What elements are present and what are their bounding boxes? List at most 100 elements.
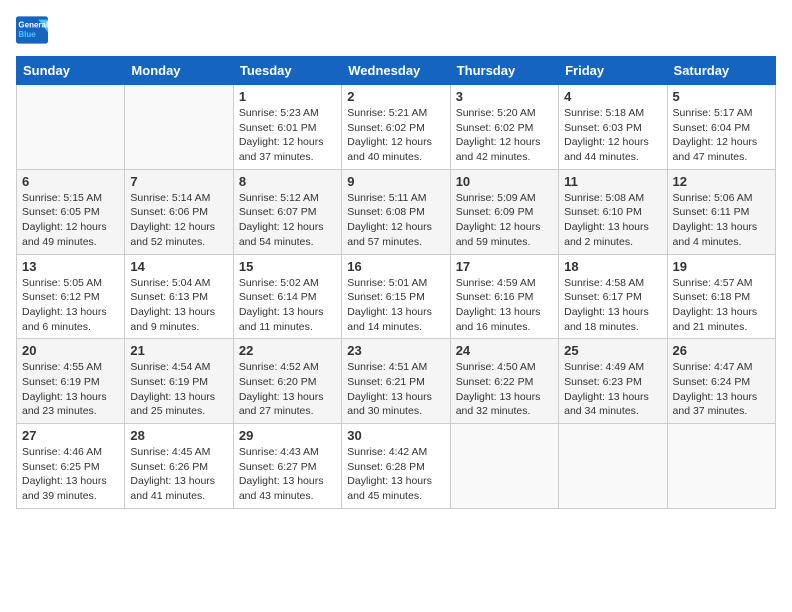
svg-text:Blue: Blue xyxy=(18,30,36,39)
calendar-cell: 24 Sunrise: 4:50 AMSunset: 6:22 PMDayligh… xyxy=(450,339,558,424)
day-info: Sunrise: 5:01 AMSunset: 6:15 PMDaylight:… xyxy=(347,276,444,335)
day-number: 24 xyxy=(456,343,553,358)
day-number: 5 xyxy=(673,89,770,104)
day-info: Sunrise: 4:47 AMSunset: 6:24 PMDaylight:… xyxy=(673,360,770,419)
day-info: Sunrise: 5:06 AMSunset: 6:11 PMDaylight:… xyxy=(673,191,770,250)
day-info: Sunrise: 4:49 AMSunset: 6:23 PMDaylight:… xyxy=(564,360,661,419)
day-info: Sunrise: 5:18 AMSunset: 6:03 PMDaylight:… xyxy=(564,106,661,165)
day-info: Sunrise: 5:21 AMSunset: 6:02 PMDaylight:… xyxy=(347,106,444,165)
day-header-monday: Monday xyxy=(125,57,233,85)
calendar-cell: 20Sunrise: 4:55 AMSunset: 6:19 PMDayligh… xyxy=(17,339,125,424)
header: General Blue xyxy=(16,16,776,44)
day-number: 28 xyxy=(130,428,227,443)
day-number: 7 xyxy=(130,174,227,189)
calendar-week-row: 1 Sunrise: 5:23 AMSunset: 6:01 PMDaylight… xyxy=(17,85,776,170)
calendar-cell: 10 Sunrise: 5:09 AMSunset: 6:09 PMDayligh… xyxy=(450,169,558,254)
calendar-cell: 2 Sunrise: 5:21 AMSunset: 6:02 PMDaylight… xyxy=(342,85,450,170)
day-info: Sunrise: 4:59 AMSunset: 6:16 PMDaylight:… xyxy=(456,276,553,335)
calendar-week-row: 13 Sunrise: 5:05 AMSunset: 6:12 PMDayligh… xyxy=(17,254,776,339)
day-info: Sunrise: 5:15 AMSunset: 6:05 PMDaylight:… xyxy=(22,191,119,250)
day-number: 6 xyxy=(22,174,119,189)
calendar-cell xyxy=(450,424,558,509)
day-number: 18 xyxy=(564,259,661,274)
calendar-cell: 28 Sunrise: 4:45 AMSunset: 6:26 PMDayligh… xyxy=(125,424,233,509)
day-number: 16 xyxy=(347,259,444,274)
day-info: Sunrise: 5:02 AMSunset: 6:14 PMDaylight:… xyxy=(239,276,336,335)
day-number: 22 xyxy=(239,343,336,358)
day-info: Sunrise: 5:09 AMSunset: 6:09 PMDaylight:… xyxy=(456,191,553,250)
day-number: 9 xyxy=(347,174,444,189)
day-info: Sunrise: 4:46 AMSunset: 6:25 PMDaylight:… xyxy=(22,445,119,504)
calendar-week-row: 6 Sunrise: 5:15 AMSunset: 6:05 PMDaylight… xyxy=(17,169,776,254)
day-info: Sunrise: 4:58 AMSunset: 6:17 PMDaylight:… xyxy=(564,276,661,335)
day-info: Sunrise: 5:12 AMSunset: 6:07 PMDaylight:… xyxy=(239,191,336,250)
day-number: 3 xyxy=(456,89,553,104)
day-header-tuesday: Tuesday xyxy=(233,57,341,85)
calendar-cell: 30 Sunrise: 4:42 AMSunset: 6:28 PMDayligh… xyxy=(342,424,450,509)
day-info: Sunrise: 5:17 AMSunset: 6:04 PMDaylight:… xyxy=(673,106,770,165)
day-info: Sunrise: 4:54 AMSunset: 6:19 PMDaylight:… xyxy=(130,360,227,419)
day-number: 1 xyxy=(239,89,336,104)
calendar-cell: 21 Sunrise: 4:54 AMSunset: 6:19 PMDayligh… xyxy=(125,339,233,424)
day-number: 23 xyxy=(347,343,444,358)
calendar-cell: 23 Sunrise: 4:51 AMSunset: 6:21 PMDayligh… xyxy=(342,339,450,424)
day-info: Sunrise: 5:11 AMSunset: 6:08 PMDaylight:… xyxy=(347,191,444,250)
day-number: 13 xyxy=(22,259,119,274)
calendar-cell: 16 Sunrise: 5:01 AMSunset: 6:15 PMDayligh… xyxy=(342,254,450,339)
calendar-cell xyxy=(559,424,667,509)
day-header-friday: Friday xyxy=(559,57,667,85)
day-info: Sunrise: 4:50 AMSunset: 6:22 PMDaylight:… xyxy=(456,360,553,419)
calendar-week-row: 20Sunrise: 4:55 AMSunset: 6:19 PMDayligh… xyxy=(17,339,776,424)
day-info: Sunrise: 5:14 AMSunset: 6:06 PMDaylight:… xyxy=(130,191,227,250)
calendar-cell: 17 Sunrise: 4:59 AMSunset: 6:16 PMDayligh… xyxy=(450,254,558,339)
day-info: Sunrise: 4:45 AMSunset: 6:26 PMDaylight:… xyxy=(130,445,227,504)
day-number: 17 xyxy=(456,259,553,274)
calendar-cell: 9 Sunrise: 5:11 AMSunset: 6:08 PMDaylight… xyxy=(342,169,450,254)
day-info: Sunrise: 5:23 AMSunset: 6:01 PMDaylight:… xyxy=(239,106,336,165)
logo: General Blue xyxy=(16,16,48,44)
day-number: 21 xyxy=(130,343,227,358)
calendar-cell: 6 Sunrise: 5:15 AMSunset: 6:05 PMDaylight… xyxy=(17,169,125,254)
day-info: Sunrise: 5:08 AMSunset: 6:10 PMDaylight:… xyxy=(564,191,661,250)
calendar-cell: 19 Sunrise: 4:57 AMSunset: 6:18 PMDayligh… xyxy=(667,254,775,339)
calendar-cell: 29Sunrise: 4:43 AMSunset: 6:27 PMDayligh… xyxy=(233,424,341,509)
day-number: 20 xyxy=(22,343,119,358)
calendar-cell: 27 Sunrise: 4:46 AMSunset: 6:25 PMDayligh… xyxy=(17,424,125,509)
logo-icon: General Blue xyxy=(16,16,48,44)
day-info: Sunrise: 5:05 AMSunset: 6:12 PMDaylight:… xyxy=(22,276,119,335)
calendar-cell: 18 Sunrise: 4:58 AMSunset: 6:17 PMDayligh… xyxy=(559,254,667,339)
day-number: 10 xyxy=(456,174,553,189)
day-number: 12 xyxy=(673,174,770,189)
day-info: Sunrise: 4:43 AMSunset: 6:27 PMDaylight:… xyxy=(239,445,336,504)
calendar-cell xyxy=(125,85,233,170)
calendar-cell xyxy=(667,424,775,509)
day-number: 11 xyxy=(564,174,661,189)
day-header-saturday: Saturday xyxy=(667,57,775,85)
calendar-cell: 13 Sunrise: 5:05 AMSunset: 6:12 PMDayligh… xyxy=(17,254,125,339)
day-number: 19 xyxy=(673,259,770,274)
calendar-cell: 22 Sunrise: 4:52 AMSunset: 6:20 PMDayligh… xyxy=(233,339,341,424)
day-info: Sunrise: 4:52 AMSunset: 6:20 PMDaylight:… xyxy=(239,360,336,419)
day-number: 15 xyxy=(239,259,336,274)
day-info: Sunrise: 5:20 AMSunset: 6:02 PMDaylight:… xyxy=(456,106,553,165)
day-info: Sunrise: 4:42 AMSunset: 6:28 PMDaylight:… xyxy=(347,445,444,504)
day-number: 30 xyxy=(347,428,444,443)
calendar-table: SundayMondayTuesdayWednesdayThursdayFrid… xyxy=(16,56,776,509)
day-header-sunday: Sunday xyxy=(17,57,125,85)
calendar-cell: 26Sunrise: 4:47 AMSunset: 6:24 PMDayligh… xyxy=(667,339,775,424)
calendar-cell: 25Sunrise: 4:49 AMSunset: 6:23 PMDayligh… xyxy=(559,339,667,424)
day-number: 4 xyxy=(564,89,661,104)
calendar-cell: 15 Sunrise: 5:02 AMSunset: 6:14 PMDayligh… xyxy=(233,254,341,339)
svg-text:General: General xyxy=(18,21,48,30)
calendar-cell: 5 Sunrise: 5:17 AMSunset: 6:04 PMDaylight… xyxy=(667,85,775,170)
calendar-header-row: SundayMondayTuesdayWednesdayThursdayFrid… xyxy=(17,57,776,85)
calendar-cell: 14Sunrise: 5:04 AMSunset: 6:13 PMDayligh… xyxy=(125,254,233,339)
day-number: 27 xyxy=(22,428,119,443)
calendar-cell: 3 Sunrise: 5:20 AMSunset: 6:02 PMDaylight… xyxy=(450,85,558,170)
day-number: 2 xyxy=(347,89,444,104)
day-number: 14 xyxy=(130,259,227,274)
day-info: Sunrise: 4:57 AMSunset: 6:18 PMDaylight:… xyxy=(673,276,770,335)
calendar-cell: 8Sunrise: 5:12 AMSunset: 6:07 PMDaylight… xyxy=(233,169,341,254)
calendar-cell: 11 Sunrise: 5:08 AMSunset: 6:10 PMDayligh… xyxy=(559,169,667,254)
day-info: Sunrise: 4:51 AMSunset: 6:21 PMDaylight:… xyxy=(347,360,444,419)
